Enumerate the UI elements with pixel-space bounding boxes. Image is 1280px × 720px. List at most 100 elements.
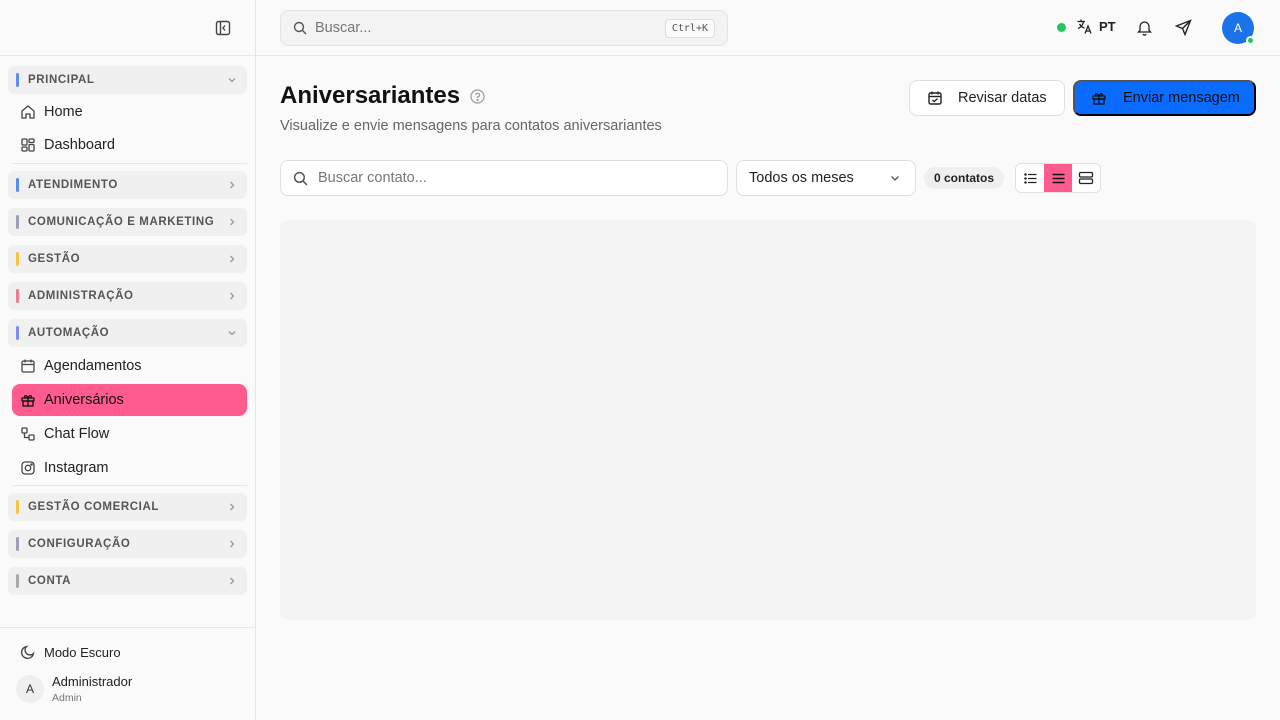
section-color-bar: [16, 252, 19, 266]
calendar-icon: [20, 358, 36, 374]
view-mode-toggle: [1015, 163, 1101, 193]
avatar-status-dot: [1246, 36, 1255, 45]
chevron-right-icon: [227, 254, 237, 264]
section-label: GESTÃO: [28, 253, 81, 265]
send-message-label: Enviar mensagem: [1123, 90, 1240, 106]
header-avatar[interactable]: A: [1222, 12, 1255, 45]
bell-icon[interactable]: [1136, 19, 1153, 41]
search-icon: [293, 21, 307, 35]
global-search-input[interactable]: [315, 20, 665, 36]
section-conta[interactable]: CONTA: [8, 567, 247, 595]
gift-icon: [20, 392, 36, 408]
sidebar-collapse-icon[interactable]: [214, 19, 232, 37]
sidebar-item-label: Dashboard: [44, 137, 115, 153]
shortcut-hint: Ctrl+K: [664, 18, 715, 38]
send-icon[interactable]: [1174, 19, 1192, 41]
section-color-bar: [16, 289, 19, 303]
sidebar-item-dashboard[interactable]: Dashboard: [12, 129, 247, 161]
user-role: Admin: [52, 692, 82, 704]
chevron-right-icon: [227, 539, 237, 549]
contact-search-input[interactable]: [318, 170, 727, 186]
chevron-right-icon: [227, 217, 237, 227]
global-search[interactable]: Ctrl+K: [280, 10, 728, 46]
top-header: Ctrl+K PT A: [256, 0, 1280, 56]
section-administracao[interactable]: ADMINISTRAÇÃO: [8, 282, 247, 310]
workflow-icon: [20, 426, 36, 442]
section-comunicacao-marketing[interactable]: COMUNICAÇÃO E MARKETING: [8, 208, 247, 236]
chevron-down-icon: [889, 172, 901, 184]
birthday-list-panel: [280, 220, 1256, 620]
review-dates-button[interactable]: Revisar datas: [909, 80, 1065, 116]
section-label: CONTA: [28, 575, 72, 587]
avatar-initial: A: [1233, 21, 1242, 35]
sidebar-item-instagram[interactable]: Instagram: [12, 452, 247, 484]
sidebar-item-chat-flow[interactable]: Chat Flow: [12, 418, 247, 450]
section-gestao[interactable]: GESTÃO: [8, 245, 247, 273]
divider: [12, 485, 247, 486]
sidebar-item-label: Instagram: [44, 460, 109, 476]
language-switcher[interactable]: PT: [1076, 18, 1116, 35]
section-label: GESTÃO COMERCIAL: [28, 501, 159, 513]
chevron-right-icon: [227, 180, 237, 190]
section-color-bar: [16, 326, 19, 340]
sidebar-header: [0, 0, 255, 56]
section-label: COMUNICAÇÃO E MARKETING: [28, 216, 215, 228]
sidebar-item-aniversarios[interactable]: Aniversários: [12, 384, 247, 416]
section-gestao-comercial[interactable]: GESTÃO COMERCIAL: [8, 493, 247, 521]
help-icon[interactable]: [470, 89, 485, 109]
chevron-right-icon: [227, 502, 237, 512]
sidebar-item-agendamentos[interactable]: Agendamentos: [12, 350, 247, 382]
chevron-right-icon: [227, 576, 237, 586]
gift-icon: [1091, 90, 1107, 106]
page-title: Aniversariantes: [280, 82, 461, 109]
card-view-button[interactable]: [1072, 164, 1100, 192]
send-message-button[interactable]: Enviar mensagem: [1073, 80, 1256, 116]
sidebar-item-label: Home: [44, 104, 83, 120]
dark-mode-toggle[interactable]: Modo Escuro: [20, 644, 121, 660]
section-color-bar: [16, 178, 19, 192]
section-label: ATENDIMENTO: [28, 179, 118, 191]
dashboard-icon: [20, 137, 36, 153]
section-color-bar: [16, 73, 19, 87]
section-color-bar: [16, 215, 19, 229]
list-view-button[interactable]: [1016, 164, 1044, 192]
section-label: ADMINISTRAÇÃO: [28, 290, 134, 302]
chevron-down-icon: [227, 328, 237, 338]
home-icon: [20, 104, 36, 120]
section-configuracao[interactable]: CONFIGURAÇÃO: [8, 530, 247, 558]
sidebar-footer: Modo Escuro A Administrador Admin: [0, 627, 256, 720]
language-code: PT: [1099, 19, 1116, 34]
avatar: A: [16, 675, 44, 703]
section-automacao[interactable]: AUTOMAÇÃO: [8, 319, 247, 347]
section-color-bar: [16, 574, 19, 588]
section-label: AUTOMAÇÃO: [28, 327, 110, 339]
month-filter-value: Todos os meses: [749, 170, 854, 186]
divider: [12, 163, 247, 164]
review-dates-label: Revisar datas: [958, 90, 1047, 106]
sidebar-item-label: Chat Flow: [44, 426, 110, 442]
sidebar-item-home[interactable]: Home: [12, 96, 247, 128]
dark-mode-label: Modo Escuro: [44, 644, 121, 660]
moon-icon: [20, 644, 36, 660]
section-principal[interactable]: PRINCIPAL: [8, 66, 247, 94]
sidebar-item-label: Agendamentos: [44, 358, 142, 374]
sidebar: PRINCIPAL Home Dashboard ATENDIMENTO COM…: [0, 0, 256, 720]
month-filter-select[interactable]: Todos os meses: [736, 160, 916, 196]
section-color-bar: [16, 500, 19, 514]
contacts-count-badge: 0 contatos: [924, 167, 1005, 189]
section-label: CONFIGURAÇÃO: [28, 538, 131, 550]
page-subtitle: Visualize e envie mensagens para contato…: [280, 118, 662, 134]
contact-search[interactable]: [280, 160, 728, 196]
chevron-right-icon: [227, 291, 237, 301]
sidebar-item-label: Aniversários: [44, 392, 124, 408]
instagram-icon: [20, 460, 36, 476]
section-color-bar: [16, 537, 19, 551]
section-label: PRINCIPAL: [28, 74, 95, 86]
translate-icon: [1076, 18, 1093, 35]
user-profile[interactable]: A Administrador Admin: [16, 674, 132, 704]
search-icon: [293, 171, 308, 186]
compact-view-button[interactable]: [1044, 164, 1072, 192]
user-name: Administrador: [52, 674, 133, 689]
calendar-check-icon: [927, 90, 943, 106]
section-atendimento[interactable]: ATENDIMENTO: [8, 171, 247, 199]
